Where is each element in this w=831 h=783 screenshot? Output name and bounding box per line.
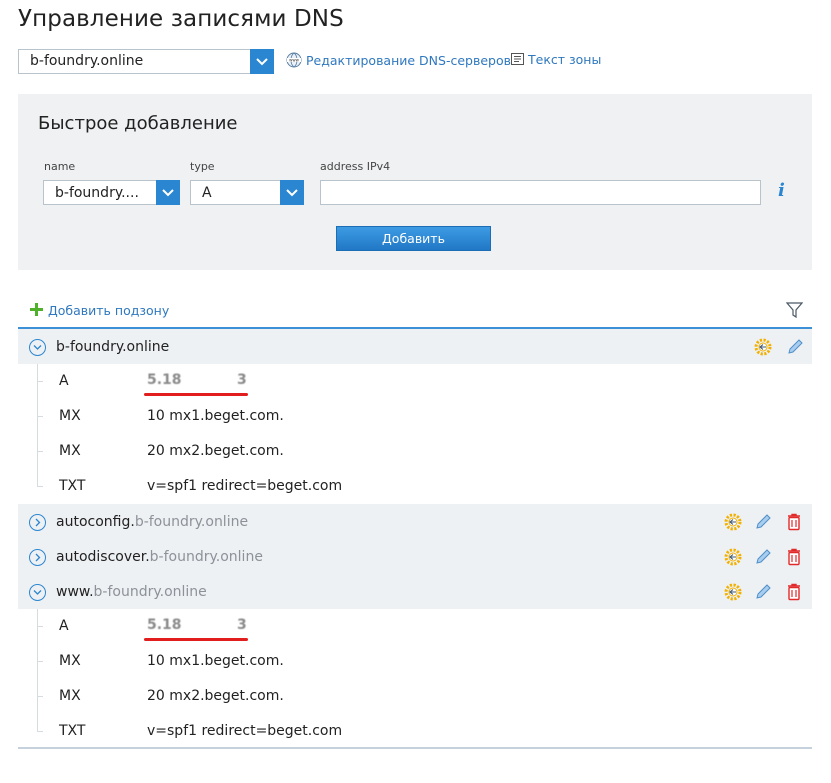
record-value: v=spf1 redirect=beget.com [147,723,343,739]
gear-icon[interactable] [723,582,743,602]
expand-toggle-icon[interactable] [29,549,46,566]
type-label: type [190,160,215,173]
type-select[interactable]: A [190,180,304,205]
record-row: A 5.18 3 [18,364,812,399]
record-value: 10 mx1.beget.com. [147,408,284,424]
expand-toggle-icon[interactable] [29,514,46,531]
zone-name: b-foundry.online [56,339,170,355]
zone-text-link[interactable]: Текст зоны [511,52,601,68]
record-row: MX 10 mx1.beget.com. [18,644,812,679]
pencil-icon[interactable] [753,582,773,602]
record-value: 5.18 3 [147,617,247,633]
top-bar: b-foundry.online www Редактирование DNS-… [18,49,818,74]
domain-select-value: b-foundry.online [30,53,144,69]
page-title: Управление записями DNS [18,6,344,32]
record-type: MX [59,408,81,424]
zone-row-www[interactable]: www.b-foundry.online [18,574,812,609]
zone-row-b-foundry-online[interactable]: b-foundry.online [18,329,812,364]
add-subzone-label: Добавить подзону [48,303,170,318]
document-icon [511,53,524,68]
zone-name: www.b-foundry.online [56,584,207,600]
collapse-toggle-icon[interactable] [29,339,46,356]
domain-select[interactable]: b-foundry.online [18,49,274,74]
pencil-icon[interactable] [753,547,773,567]
record-type: MX [59,688,81,704]
record-row: TXT v=spf1 redirect=beget.com [18,469,812,504]
zone-row-autodiscover[interactable]: autodiscover.b-foundry.online [18,539,812,574]
record-row: A 5.18 3 [18,609,812,644]
zone-name: autoconfig.b-foundry.online [56,514,249,530]
record-row: MX 10 mx1.beget.com. [18,399,812,434]
record-value: 5.18 3 [147,372,247,388]
zone-name: autodiscover.b-foundry.online [56,549,263,565]
www-globe-icon: www [286,52,302,71]
name-label: name [44,160,76,173]
record-value: 20 mx2.beget.com. [147,443,284,459]
record-value: 10 mx1.beget.com. [147,653,284,669]
trash-icon[interactable] [784,547,804,567]
record-type: MX [59,443,81,459]
chevron-down-icon[interactable] [250,49,274,74]
pencil-icon[interactable] [753,512,773,532]
trash-icon[interactable] [784,582,804,602]
record-value: 20 mx2.beget.com. [147,688,284,704]
plus-icon [30,303,43,316]
gear-icon[interactable] [753,337,773,357]
collapse-toggle-icon[interactable] [29,584,46,601]
filter-icon[interactable] [785,302,804,323]
pencil-icon[interactable] [785,337,805,357]
record-type: TXT [59,478,86,494]
record-row: MX 20 mx2.beget.com. [18,434,812,469]
quick-add-panel: Быстрое добавление name b-foundry.... ty… [18,94,812,270]
trash-icon[interactable] [784,512,804,532]
record-type: TXT [59,723,86,739]
name-select[interactable]: b-foundry.... [43,180,180,205]
info-icon[interactable]: i [778,180,792,204]
gear-icon[interactable] [723,512,743,532]
chevron-down-icon[interactable] [156,180,180,205]
red-underline-mark [144,638,248,641]
record-type: MX [59,653,81,669]
address-label: address IPv4 [320,160,391,173]
name-select-value: b-foundry.... [55,185,139,201]
record-type: A [59,618,69,634]
chevron-down-icon[interactable] [280,180,304,205]
table-bottom-border [18,747,812,749]
quick-add-title: Быстрое добавление [38,113,238,134]
record-type: A [59,373,69,389]
record-row: TXT v=spf1 redirect=beget.com [18,714,812,749]
zone-text-label: Текст зоны [528,52,602,67]
edit-dns-servers-link[interactable]: www Редактирование DNS-серверов [286,52,511,71]
type-select-value: A [202,185,212,201]
record-row: MX 20 mx2.beget.com. [18,679,812,714]
edit-dns-servers-label: Редактирование DNS-серверов [306,53,511,68]
address-input[interactable] [320,180,761,205]
add-button[interactable]: Добавить [336,226,491,251]
gear-icon[interactable] [723,547,743,567]
zone-row-autoconfig[interactable]: autoconfig.b-foundry.online [18,504,812,539]
svg-text:www: www [289,58,300,63]
red-underline-mark [144,393,248,396]
add-subzone-link[interactable]: Добавить подзону [30,303,169,318]
record-value: v=spf1 redirect=beget.com [147,478,343,494]
